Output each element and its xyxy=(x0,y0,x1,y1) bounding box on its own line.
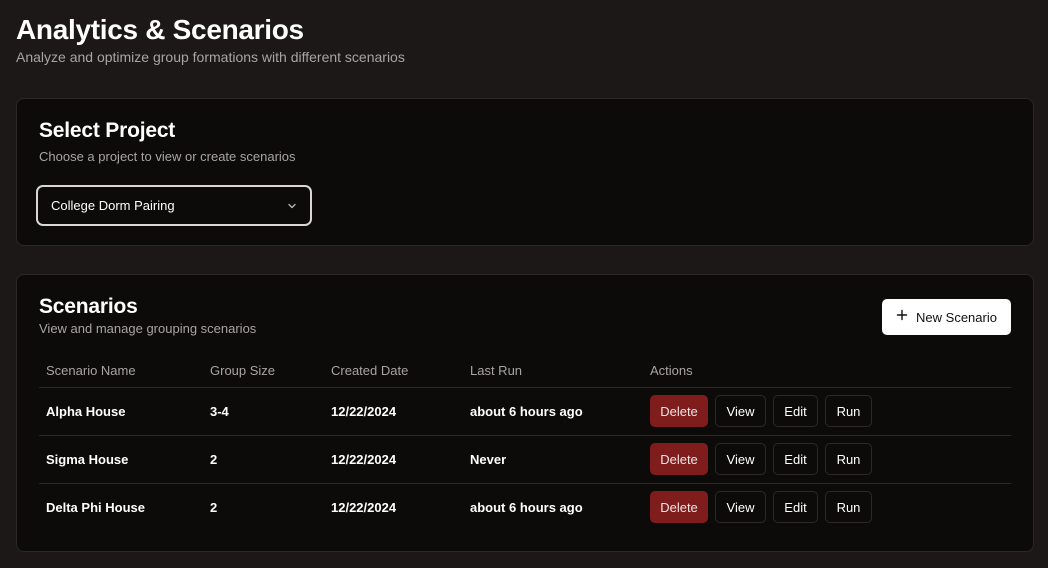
analytics-page: Analytics & Scenarios Analyze and optimi… xyxy=(0,0,1048,568)
run-button[interactable]: Run xyxy=(825,491,872,524)
scenario-name: Delta Phi House xyxy=(46,499,145,515)
view-button[interactable]: View xyxy=(715,395,766,427)
new-scenario-label: New Scenario xyxy=(916,309,997,325)
edit-button[interactable]: Edit xyxy=(773,443,818,475)
scenarios-table: Scenario Name Group Size Created Date La… xyxy=(39,355,1011,531)
scenario-last-run: Never xyxy=(463,435,643,484)
project-select-value: College Dorm Pairing xyxy=(51,198,175,213)
page-subtitle: Analyze and optimize group formations wi… xyxy=(16,49,405,65)
column-header-last-run: Last Run xyxy=(463,355,643,388)
plus-icon xyxy=(896,309,908,325)
scenario-created-date: 12/22/2024 xyxy=(324,387,463,436)
run-button[interactable]: Run xyxy=(825,395,872,427)
view-button[interactable]: View xyxy=(715,491,766,524)
scenarios-card: Scenarios View and manage grouping scena… xyxy=(16,274,1034,552)
chevron-down-icon xyxy=(286,200,298,212)
scenario-actions: Delete View Edit Run xyxy=(643,483,1011,531)
column-header-created-date: Created Date xyxy=(324,355,463,388)
scenario-group-size: 2 xyxy=(210,499,218,515)
scenario-created-date: 12/22/2024 xyxy=(324,435,463,484)
project-select[interactable]: College Dorm Pairing xyxy=(36,185,312,226)
scenario-group-size: 2 xyxy=(203,435,324,484)
select-project-title: Select Project xyxy=(39,119,176,142)
column-header-actions: Actions xyxy=(643,355,1011,388)
new-scenario-button[interactable]: New Scenario xyxy=(882,299,1011,335)
scenario-created-date: 12/22/2024 xyxy=(331,499,397,515)
select-project-description: Choose a project to view or create scena… xyxy=(39,149,296,164)
scenario-actions: Delete View Edit Run xyxy=(643,435,1011,484)
column-header-group-size: Group Size xyxy=(203,355,324,388)
edit-button[interactable]: Edit xyxy=(773,395,818,427)
scenario-actions: Delete View Edit Run xyxy=(643,387,1011,436)
delete-button[interactable]: Delete xyxy=(650,443,708,475)
scenario-name: Sigma House xyxy=(39,435,203,484)
table-row: Delta Phi House 2 12/22/2024 about 6 hou… xyxy=(39,483,1011,531)
view-button[interactable]: View xyxy=(715,443,766,475)
delete-button[interactable]: Delete xyxy=(650,491,708,524)
run-button[interactable]: Run xyxy=(825,443,872,475)
scenario-last-run: about 6 hours ago xyxy=(463,387,643,436)
page-title: Analytics & Scenarios xyxy=(16,14,304,45)
select-project-card: Select Project Choose a project to view … xyxy=(16,98,1034,246)
table-row: Sigma House 2 12/22/2024 Never Delete Vi… xyxy=(39,435,1011,484)
scenarios-title: Scenarios xyxy=(39,295,138,318)
scenario-last-run: about 6 hours ago xyxy=(470,499,583,515)
scenario-name: Alpha House xyxy=(39,387,203,436)
delete-button[interactable]: Delete xyxy=(650,395,708,427)
table-row: Alpha House 3-4 12/22/2024 about 6 hours… xyxy=(39,387,1011,436)
column-header-name: Scenario Name xyxy=(39,355,203,388)
edit-button[interactable]: Edit xyxy=(773,491,818,524)
scenarios-description: View and manage grouping scenarios xyxy=(39,321,257,336)
scenario-group-size: 3-4 xyxy=(203,387,324,436)
table-header-row: Scenario Name Group Size Created Date La… xyxy=(39,355,1011,388)
